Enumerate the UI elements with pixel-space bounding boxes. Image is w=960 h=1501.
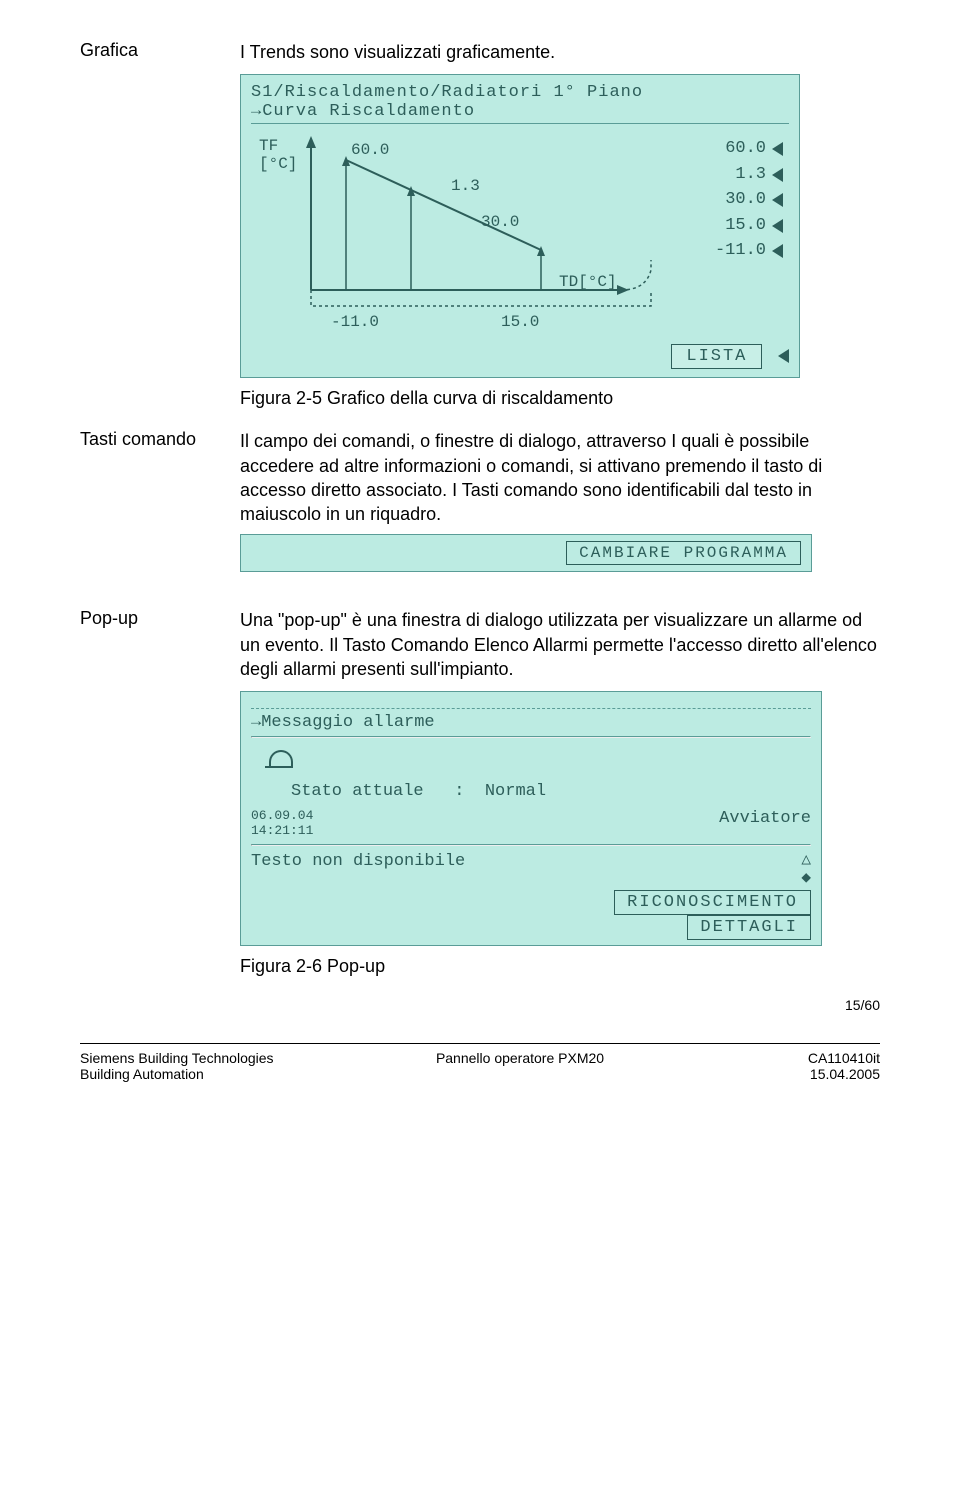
triangle-icon[interactable] [772, 142, 783, 156]
popup-avviatore: Avviatore [719, 809, 811, 838]
body-popup: Una "pop-up" è una finestra di dialogo u… [240, 608, 880, 681]
x-axis-label: TD[°C] [559, 273, 617, 291]
lcd-separator [251, 736, 811, 738]
section-grafica: Grafica I Trends sono visualizzati grafi… [80, 40, 880, 64]
figure-2-5-caption: Figura 2-5 Grafico della curva di riscal… [240, 388, 880, 409]
chart-area: TF [°C] 60.0 1.3 30.0 TD[°C] -11.0 15.0 … [251, 130, 789, 340]
dettagli-button[interactable]: DETTAGLI [687, 915, 811, 940]
footer-right2: 15.04.2005 [700, 1066, 880, 1082]
triangle-icon[interactable] [778, 349, 789, 363]
bell-small-fill-icon: ◆ [801, 870, 811, 888]
footer-left1: Siemens Building Technologies [80, 1050, 340, 1066]
lcd-chart-panel: S1/Riscaldamento/Radiatori 1° Piano →Cur… [240, 74, 800, 378]
triangle-icon[interactable] [772, 244, 783, 258]
popup-testo: Testo non disponibile [251, 852, 465, 871]
rv-3: 15.0 [725, 213, 766, 239]
section-popup: Pop-up Una "pop-up" è una finestra di di… [80, 608, 880, 681]
label-popup: Pop-up [80, 608, 240, 681]
y-axis-label-c: [°C] [259, 155, 297, 173]
chart-val-xmax: 15.0 [501, 313, 539, 330]
chart-val-30: 30.0 [481, 213, 519, 231]
body-grafica: I Trends sono visualizzati graficamente. [240, 40, 880, 64]
bell-icon [265, 748, 293, 772]
footer-left2: Building Automation [80, 1066, 340, 1082]
lcd-strip-panel: CAMBIARE PROGRAMMA [240, 534, 812, 572]
triangle-icon[interactable] [772, 168, 783, 182]
bell-small-icon: △ [801, 852, 811, 870]
chart-val-1.3: 1.3 [451, 177, 480, 195]
footer-right1: CA110410it [700, 1050, 880, 1066]
chart-right-values: 60.0 1.3 30.0 15.0 -11.0 [715, 136, 783, 264]
cambiare-programma-button[interactable]: CAMBIARE PROGRAMMA [566, 541, 801, 565]
popup-date: 06.09.04 [251, 809, 313, 823]
popup-title: →Messaggio allarme [251, 713, 811, 732]
rv-1: 1.3 [735, 162, 766, 188]
triangle-icon[interactable] [772, 219, 783, 233]
popup-side-icons: △ ◆ [801, 852, 811, 887]
rv-0: 60.0 [725, 136, 766, 162]
lcd-separator [251, 123, 789, 124]
figure-2-6-caption: Figura 2-6 Pop-up [240, 956, 880, 977]
rv-4: -11.0 [715, 238, 766, 264]
chart-button-row: LISTA [251, 344, 789, 369]
chart-val-xmin: -11.0 [331, 313, 379, 330]
lcd-title-line1: S1/Riscaldamento/Radiatori 1° Piano [251, 83, 789, 102]
popup-time: 14:21:11 [251, 824, 313, 838]
lcd-popup-panel: →Messaggio allarme Stato attuale : Norma… [240, 691, 822, 946]
section-tasti-comando: Tasti comando Il campo dei comandi, o fi… [80, 429, 880, 526]
lcd-separator [251, 844, 811, 846]
label-grafica: Grafica [80, 40, 240, 64]
y-axis-label-tf: TF [259, 137, 278, 155]
chart-val-60: 60.0 [351, 141, 389, 159]
lcd-title-line2: →Curva Riscaldamento [251, 102, 789, 121]
popup-state-value: Normal [485, 782, 546, 801]
page-number: 15/60 [80, 997, 880, 1013]
lista-button[interactable]: LISTA [671, 344, 762, 369]
popup-state-label: Stato attuale [291, 782, 424, 801]
footer-mid: Pannello operatore PXM20 [340, 1050, 700, 1066]
triangle-icon[interactable] [772, 193, 783, 207]
rv-2: 30.0 [725, 187, 766, 213]
document-page: Grafica I Trends sono visualizzati grafi… [0, 0, 960, 1102]
label-tasti: Tasti comando [80, 429, 240, 526]
body-tasti: Il campo dei comandi, o finestre di dial… [240, 429, 880, 526]
footer: Siemens Building Technologies Pannello o… [80, 1043, 880, 1082]
chart-svg: TF [°C] 60.0 1.3 30.0 TD[°C] -11.0 15.0 [251, 130, 681, 330]
riconoscimento-button[interactable]: RICONOSCIMENTO [614, 890, 811, 915]
